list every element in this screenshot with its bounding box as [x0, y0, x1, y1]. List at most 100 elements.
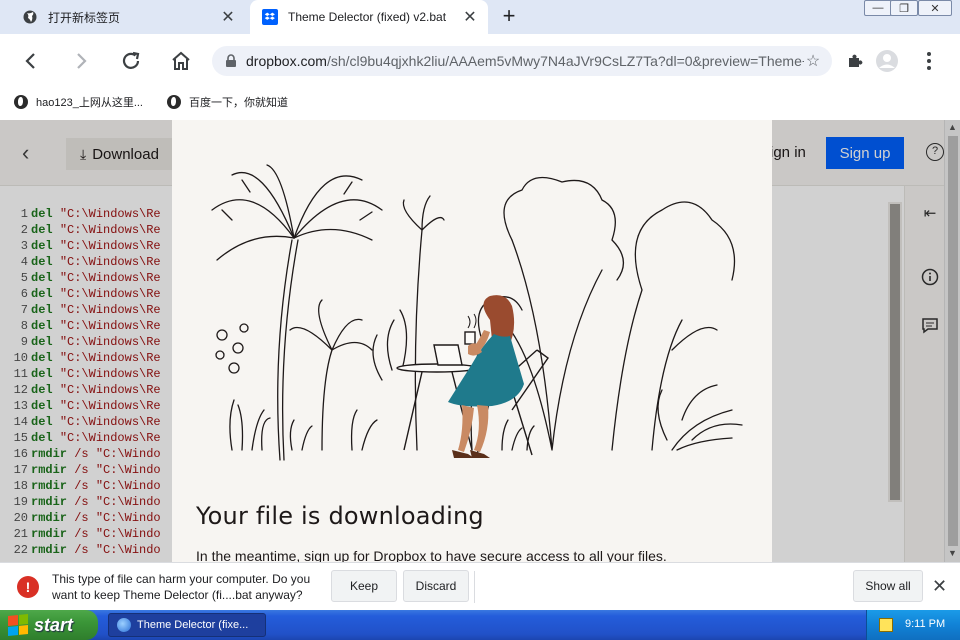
help-icon[interactable]: ?: [926, 143, 944, 161]
tab-dropbox-file[interactable]: Theme Delector (fixed) v2.bat ✕: [250, 0, 488, 34]
code-keyword: del: [31, 319, 53, 333]
url-path: /sh/cl9bu4qjxhk2liu/AAAem5vMwy7N4aJVr9Cs…: [326, 53, 804, 69]
line-number: 7: [20, 303, 28, 317]
system-tray: 9:11 PM: [866, 610, 960, 640]
line-number: 16: [13, 447, 28, 461]
preview-scrollbar-thumb[interactable]: [890, 204, 900, 500]
start-button[interactable]: start: [0, 610, 98, 640]
url-text[interactable]: dropbox.com/sh/cl9bu4qjxhk2liu/AAAem5vMw…: [246, 53, 804, 69]
code-keyword: del: [31, 207, 53, 221]
code-keyword: rmdir: [31, 543, 68, 557]
code-argument: /s "C:\Windo: [74, 543, 161, 557]
code-keyword: del: [31, 287, 53, 301]
code-keyword: del: [31, 431, 53, 445]
sign-up-button[interactable]: Sign up: [826, 137, 904, 169]
info-icon[interactable]: [919, 266, 941, 288]
line-number: 3: [20, 239, 28, 253]
code-argument: "C:\Windows\Re: [59, 303, 161, 317]
code-argument: "C:\Windows\Re: [59, 383, 161, 397]
discard-button[interactable]: Discard: [403, 570, 469, 602]
restore-icon[interactable]: ❐: [890, 0, 918, 16]
code-argument: /s "C:\Windo: [74, 511, 161, 525]
scroll-down-icon[interactable]: ▼: [948, 548, 957, 558]
close-tab-icon[interactable]: ✕: [218, 7, 238, 27]
code-keyword: rmdir: [31, 479, 68, 493]
code-keyword: rmdir: [31, 463, 68, 477]
code-argument: "C:\Windows\Re: [59, 335, 161, 349]
code-argument: "C:\Windows\Re: [59, 255, 161, 269]
scroll-up-icon[interactable]: ▲: [948, 122, 957, 132]
tab-new-tab-page[interactable]: 打开新标签页 ✕: [10, 0, 246, 34]
windows-logo-icon: [8, 613, 28, 637]
line-number: 13: [13, 399, 28, 413]
back-button[interactable]: [16, 46, 46, 76]
arrow-right-icon: [77, 53, 87, 69]
download-button[interactable]: ⤓ Download: [66, 138, 186, 170]
code-argument: "C:\Windows\Re: [59, 415, 161, 429]
line-number: 10: [13, 351, 28, 365]
code-argument: /s "C:\Windo: [74, 479, 161, 493]
divider: [474, 571, 475, 603]
close-window-icon[interactable]: ✕: [918, 0, 952, 16]
url-host: dropbox.com: [246, 53, 327, 69]
line-number: 17: [13, 463, 28, 477]
line-number: 5: [20, 271, 28, 285]
line-number: 11: [13, 367, 28, 381]
comment-icon[interactable]: [919, 314, 941, 336]
taskbar-item-chrome[interactable]: Theme Delector (fixe...: [108, 613, 266, 637]
globe-icon: [167, 95, 181, 109]
code-keyword: del: [31, 335, 53, 349]
modal-title: Your file is downloading: [196, 502, 484, 530]
line-number: 4: [20, 255, 28, 269]
forward-button[interactable]: [66, 46, 96, 76]
bookmark-label: hao123_上网从这里...: [36, 97, 143, 109]
bookmark-hao123[interactable]: hao123_上网从这里...: [14, 94, 143, 110]
download-label: Download: [92, 145, 159, 163]
line-number: 9: [20, 335, 28, 349]
code-keyword: del: [31, 223, 53, 237]
code-argument: "C:\Windows\Re: [59, 319, 161, 333]
minimize-icon[interactable]: —: [864, 0, 892, 16]
chevron-left-icon[interactable]: ‹: [22, 140, 29, 166]
windows-taskbar: start Theme Delector (fixe... 9:11 PM: [0, 610, 960, 640]
address-bar[interactable]: dropbox.com/sh/cl9bu4qjxhk2liu/AAAem5vMw…: [212, 46, 832, 76]
lock-icon[interactable]: [224, 54, 238, 68]
new-tab-button[interactable]: +: [498, 5, 520, 28]
tab-title: Theme Delector (fixed) v2.bat: [288, 10, 447, 24]
dropbox-icon: [262, 9, 278, 25]
right-sidebar: ⇤: [904, 186, 944, 562]
code-argument: /s "C:\Windo: [74, 447, 161, 461]
chrome-app-icon: [117, 618, 131, 632]
bookmark-baidu[interactable]: 百度一下，你就知道: [167, 94, 288, 110]
show-all-button[interactable]: Show all: [853, 570, 923, 602]
bookmark-star-icon[interactable]: ☆: [804, 51, 822, 71]
page-scrollbar-thumb[interactable]: [948, 136, 958, 546]
collapse-panel-icon[interactable]: ⇤: [919, 202, 941, 224]
page-scrollbar[interactable]: ▲ ▼: [944, 120, 960, 562]
warning-icon: !: [17, 576, 39, 598]
menu-kebab-icon[interactable]: [916, 48, 942, 74]
close-icon[interactable]: ✕: [932, 576, 947, 597]
line-number: 21: [13, 527, 28, 541]
code-argument: "C:\Windows\Re: [59, 367, 161, 381]
home-button[interactable]: [166, 46, 196, 76]
line-number: 2: [20, 223, 28, 237]
code-argument: "C:\Windows\Re: [59, 351, 161, 365]
illustration-woman-in-garden: [211, 164, 743, 461]
modal-body-text: In the meantime, sign up for Dropbox to …: [196, 548, 667, 562]
code-keyword: del: [31, 367, 53, 381]
extensions-icon[interactable]: [842, 48, 868, 74]
security-shield-icon[interactable]: [879, 618, 893, 632]
tab-strip: 打开新标签页 ✕ Theme Delector (fixed) v2.bat ✕…: [0, 0, 960, 34]
keep-button[interactable]: Keep: [331, 570, 397, 602]
tab-title: 打开新标签页: [48, 10, 121, 25]
line-number: 8: [20, 319, 28, 333]
code-argument: /s "C:\Windo: [74, 527, 161, 541]
close-tab-icon[interactable]: ✕: [460, 7, 480, 27]
code-keyword: rmdir: [31, 527, 68, 541]
profile-avatar-icon[interactable]: [874, 48, 900, 74]
download-icon: ⤓: [80, 145, 87, 162]
browser-toolbar: dropbox.com/sh/cl9bu4qjxhk2liu/AAAem5vMw…: [0, 34, 960, 88]
reload-button[interactable]: [116, 46, 146, 76]
code-keyword: del: [31, 415, 53, 429]
